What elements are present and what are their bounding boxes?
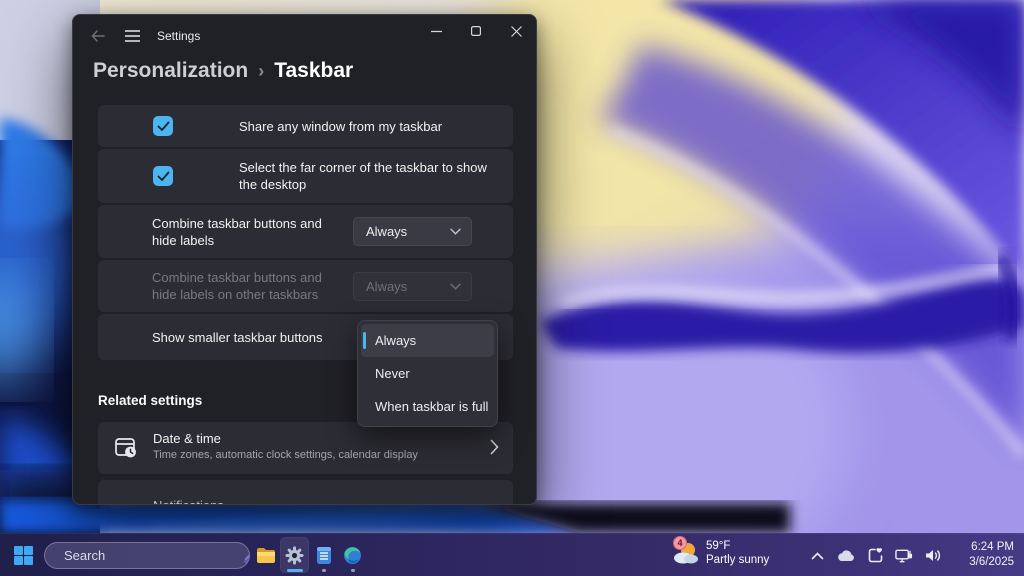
setting-row-share-window: Share any window from my taskbar	[98, 105, 513, 147]
dropdown-option-always[interactable]: Always	[361, 324, 494, 357]
running-app-indicator	[322, 569, 326, 572]
check-icon	[157, 171, 170, 182]
smaller-buttons-dropdown-menu: Always Never When taskbar is full	[357, 320, 498, 427]
onedrive-tray-button[interactable]	[837, 546, 855, 566]
setting-label: Select the far corner of the taskbar to …	[239, 159, 513, 193]
ethernet-network-icon	[895, 548, 913, 564]
dropdown-option-never[interactable]: Never	[361, 357, 494, 390]
edge-icon	[343, 546, 362, 565]
breadcrumb: Personalization › Taskbar	[93, 59, 353, 83]
heart-tray-button[interactable]	[866, 546, 884, 566]
cloud-icon	[837, 550, 855, 562]
setting-label: Show smaller taskbar buttons	[152, 329, 342, 346]
volume-tray-button[interactable]	[924, 546, 942, 566]
setting-row-combine-other-taskbars: Combine taskbar buttons and hide labels …	[98, 260, 513, 312]
page-title: Taskbar	[274, 59, 353, 83]
window-titlebar: Settings	[73, 15, 536, 57]
combine-other-select-disabled: Always	[353, 272, 472, 301]
notifications-card-partial[interactable]: Notifications	[98, 480, 513, 505]
selected-indicator	[363, 332, 366, 349]
minimize-icon	[431, 26, 442, 37]
setting-label: Share any window from my taskbar	[239, 118, 462, 135]
system-tray	[808, 534, 942, 576]
close-icon	[511, 26, 522, 37]
running-app-indicator	[351, 569, 355, 572]
settings-app-button[interactable]	[280, 537, 309, 573]
network-tray-button[interactable]	[895, 546, 913, 566]
minimize-button[interactable]	[416, 15, 456, 47]
weather-widget[interactable]: 4 59°F Partly sunny	[672, 539, 769, 567]
weather-temperature: 59°F	[706, 539, 769, 553]
notifications-label: Notifications	[153, 498, 224, 505]
date-time-title: Date & time	[153, 431, 221, 446]
breadcrumb-separator: ›	[258, 61, 264, 82]
taskbar: 4 59°F Partly sunny	[0, 533, 1024, 576]
gavel-and-bust-icon	[240, 542, 250, 569]
setting-row-far-corner: Select the far corner of the taskbar to …	[98, 149, 513, 203]
share-window-checkbox[interactable]	[153, 116, 173, 136]
notepad-app-button[interactable]	[309, 537, 338, 573]
notepad-icon	[316, 546, 332, 565]
option-label: Always	[375, 333, 416, 348]
weather-condition: Partly sunny	[706, 553, 769, 567]
app-title: Settings	[157, 29, 200, 43]
related-settings-header: Related settings	[98, 393, 202, 408]
search-input[interactable]	[64, 548, 240, 563]
chevron-up-icon	[811, 552, 824, 560]
combine-buttons-select[interactable]: Always	[353, 217, 472, 246]
navigation-menu-button[interactable]	[119, 24, 145, 48]
edge-browser-button[interactable]	[338, 537, 367, 573]
notification-badge: 4	[673, 536, 687, 550]
setting-row-combine-buttons: Combine taskbar buttons and hide labels …	[98, 205, 513, 258]
file-explorer-icon	[256, 547, 276, 564]
clock-time: 6:24 PM	[969, 540, 1014, 555]
check-icon	[157, 121, 170, 132]
file-explorer-button[interactable]	[251, 537, 280, 573]
back-button[interactable]	[85, 24, 111, 48]
chevron-down-icon	[450, 283, 461, 290]
chevron-right-icon	[490, 439, 499, 455]
clock-widget[interactable]: 6:24 PM 3/6/2025	[969, 540, 1014, 570]
windows-logo-icon	[14, 546, 23, 555]
active-app-indicator	[287, 569, 303, 572]
hamburger-icon	[125, 30, 140, 42]
start-button[interactable]	[14, 546, 33, 565]
settings-window: Settings Personalization › Taskbar	[72, 14, 537, 505]
search-box[interactable]	[44, 542, 250, 569]
box-heart-icon	[867, 547, 884, 564]
dropdown-option-when-full[interactable]: When taskbar is full	[361, 390, 494, 423]
taskbar-app-icons	[251, 537, 367, 574]
option-label: Never	[375, 366, 410, 381]
option-label: When taskbar is full	[375, 399, 488, 414]
chevron-down-icon	[450, 228, 461, 235]
selected-value: Always	[366, 224, 407, 239]
date-time-icon	[114, 436, 138, 460]
far-corner-checkbox[interactable]	[153, 166, 173, 186]
back-arrow-icon	[91, 30, 105, 42]
setting-label: Combine taskbar buttons and hide labels …	[152, 269, 342, 303]
date-time-card[interactable]: Date & time Time zones, automatic clock …	[98, 422, 513, 474]
maximize-icon	[471, 26, 481, 36]
setting-label: Combine taskbar buttons and hide labels	[152, 215, 342, 249]
clock-date: 3/6/2025	[969, 555, 1014, 570]
maximize-button[interactable]	[456, 15, 496, 47]
search-highlights-image[interactable]	[240, 542, 250, 569]
close-button[interactable]	[496, 15, 536, 47]
selected-value: Always	[366, 279, 407, 294]
breadcrumb-personalization[interactable]: Personalization	[93, 59, 248, 83]
settings-gear-icon	[285, 546, 304, 565]
tray-overflow-button[interactable]	[808, 546, 826, 566]
speaker-icon	[924, 548, 942, 563]
date-time-subtitle: Time zones, automatic clock settings, ca…	[153, 449, 418, 461]
